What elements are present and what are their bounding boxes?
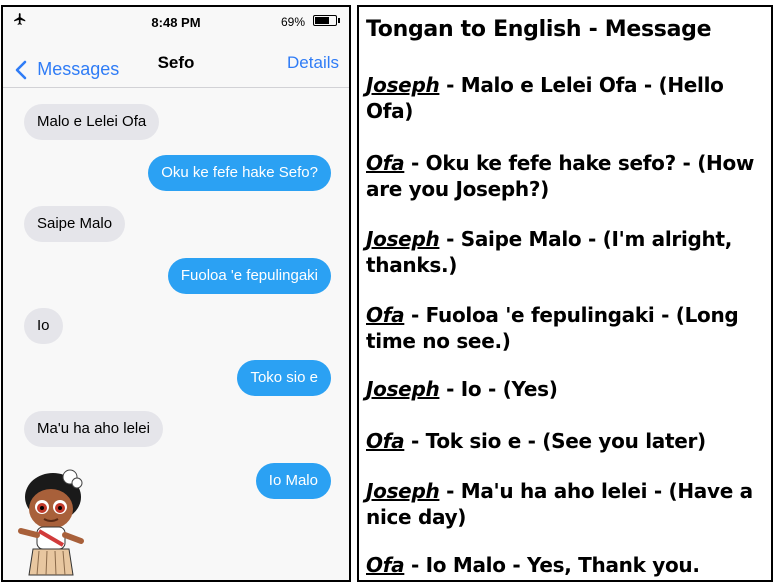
message-bubble-sent[interactable]: Toko sio e (237, 360, 331, 396)
speaker-name: Joseph (366, 377, 440, 401)
translation-text: - Oku ke fefe hake sefo? - (How are you … (366, 151, 755, 201)
message-bubble-sent[interactable]: Oku ke fefe hake Sefo? (148, 155, 331, 191)
speaker-name: Ofa (366, 429, 405, 453)
message-bubble-received[interactable]: Saipe Malo (24, 206, 126, 242)
speaker-name: Joseph (366, 479, 440, 503)
speaker-name: Ofa (366, 553, 405, 577)
message-bubble-received[interactable]: Ma'u ha aho lelei (24, 411, 163, 447)
battery-icon (313, 15, 337, 26)
translation-line: Joseph - Saipe Malo - (I'm alright, than… (366, 226, 766, 278)
translation-text: - Io Malo - Yes, Thank you. (404, 553, 700, 577)
translation-line: Joseph - Io - (Yes) (366, 376, 766, 402)
translation-text: - Tok sio e - (See you later) (404, 429, 706, 453)
message-bubble-sent[interactable]: Io Malo (255, 463, 331, 499)
translation-heading: Tongan to English - Message (366, 17, 712, 42)
speaker-name: Joseph (366, 227, 440, 251)
navigation-bar: Messages Sefo Details (3, 39, 349, 88)
speaker-name: Ofa (366, 303, 405, 327)
battery-nub (338, 18, 340, 23)
phone-screen: 8:48 PM 69% Messages Sefo Details Malo e… (1, 5, 351, 582)
translation-line: Ofa - Fuoloa 'e fepulingaki - (Long time… (366, 302, 766, 354)
translation-line: Joseph - Ma'u ha aho lelei - (Have a nic… (366, 478, 766, 530)
translation-line: Ofa - Io Malo - Yes, Thank you. (366, 552, 766, 578)
message-bubble-sent[interactable]: Fuoloa 'e fepulingaki (167, 258, 331, 294)
message-bubble-received[interactable]: Malo e Lelei Ofa (24, 104, 160, 140)
status-bar: 8:48 PM 69% (3, 7, 349, 37)
speaker-name: Joseph (366, 73, 440, 97)
battery-percent: 69% (280, 15, 305, 29)
translation-line: Joseph - Malo e Lelei Ofa - (Hello Ofa) (366, 72, 766, 124)
speaker-name: Ofa (366, 151, 405, 175)
translation-line: Ofa - Oku ke fefe hake sefo? - (How are … (366, 150, 766, 202)
cartoon-character-illustration (15, 465, 95, 580)
translation-text: - Fuoloa 'e fepulingaki - (Long time no … (366, 303, 739, 353)
translation-line: Ofa - Tok sio e - (See you later) (366, 428, 766, 454)
details-button[interactable]: Details (287, 53, 339, 73)
message-bubble-received[interactable]: Io (24, 308, 63, 344)
translation-text: - Io - (Yes) (439, 377, 558, 401)
translation-panel: Tongan to English - Message Joseph - Mal… (357, 5, 773, 582)
